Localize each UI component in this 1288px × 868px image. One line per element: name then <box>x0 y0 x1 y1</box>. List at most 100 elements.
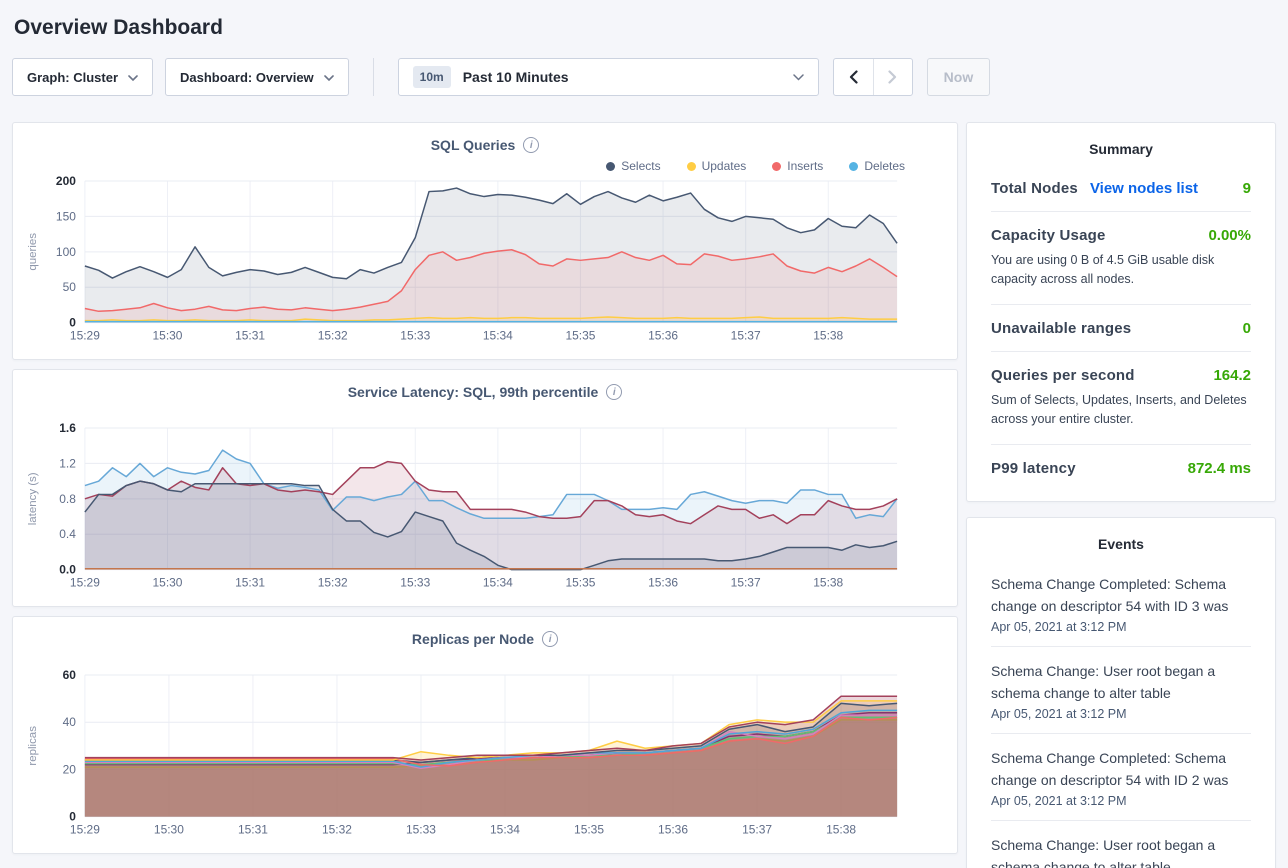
queries-per-second-description: Sum of Selects, Updates, Inserts, and De… <box>991 391 1251 430</box>
chart-plot-area: 15:2915:3015:3115:3215:3315:3415:3515:36… <box>21 422 949 598</box>
dashboard-selector-label: Dashboard: Overview <box>180 70 314 85</box>
summary-row-capacity-usage: Capacity Usage 0.00% You are using 0 B o… <box>991 212 1251 305</box>
events-title: Events <box>991 536 1251 560</box>
y-tick-label: 0 <box>69 810 76 824</box>
y-tick-label: 1.2 <box>59 456 76 470</box>
capacity-usage-label: Capacity Usage <box>991 227 1106 244</box>
y-tick-label: 0.4 <box>59 527 76 541</box>
x-tick-label: 15:38 <box>813 576 843 590</box>
y-tick-label: 20 <box>63 762 77 776</box>
legend-dot-icon <box>606 162 615 171</box>
chevron-left-icon <box>851 72 857 83</box>
x-tick-label: 15:29 <box>70 329 100 343</box>
now-button[interactable]: Now <box>927 58 991 96</box>
x-tick-label: 15:38 <box>826 823 856 837</box>
unavailable-ranges-value: 0 <box>1243 320 1251 337</box>
chevron-down-icon <box>324 70 334 85</box>
chart-panel: SQL Queries i Selects Updates Inserts Delet… <box>12 122 958 360</box>
time-range-picker[interactable]: 10m Past 10 Minutes <box>398 58 819 96</box>
legend-item[interactable]: Inserts <box>772 159 823 173</box>
x-tick-label: 15:35 <box>565 329 595 343</box>
x-tick-label: 15:34 <box>483 329 513 343</box>
legend-item[interactable]: Selects <box>606 159 660 173</box>
info-icon[interactable]: i <box>606 384 622 400</box>
view-nodes-list-link[interactable]: View nodes list <box>1090 180 1198 197</box>
y-tick-label: 0.8 <box>59 492 76 506</box>
x-tick-label: 15:32 <box>322 823 352 837</box>
x-tick-label: 15:30 <box>153 576 183 590</box>
chart-header: SQL Queries i <box>21 135 949 155</box>
capacity-usage-value: 0.00% <box>1208 227 1251 244</box>
info-icon[interactable]: i <box>523 137 539 153</box>
event-item: Schema Change Completed: Schema change o… <box>991 560 1251 647</box>
capacity-usage-description: You are using 0 B of 4.5 GiB usable disk… <box>991 251 1251 290</box>
toolbar-divider <box>373 58 374 96</box>
y-tick-label: 0.0 <box>59 563 76 577</box>
x-tick-label: 15:38 <box>813 329 843 343</box>
graph-selector-dropdown[interactable]: Graph: Cluster <box>12 58 153 96</box>
chevron-down-icon <box>128 70 138 85</box>
chevron-right-icon <box>890 72 896 83</box>
chart-plot-area: 15:2915:3015:3115:3215:3315:3415:3515:36… <box>21 669 949 845</box>
legend-label: Selects <box>621 159 660 173</box>
graph-selector-label: Graph: Cluster <box>27 70 118 85</box>
time-forward-button[interactable] <box>873 59 912 95</box>
x-tick-label: 15:30 <box>153 329 183 343</box>
charts-column: SQL Queries i Selects Updates Inserts Delet… <box>12 122 958 854</box>
page-title: Overview Dashboard <box>12 12 1276 58</box>
info-icon[interactable]: i <box>542 631 558 647</box>
event-timestamp: Apr 05, 2021 at 3:12 PM <box>991 707 1251 721</box>
x-tick-label: 15:31 <box>235 329 265 343</box>
chart-title: Service Latency: SQL, 99th percentile <box>348 384 599 400</box>
dashboard-toolbar: Graph: Cluster Dashboard: Overview 10m P… <box>12 58 1276 96</box>
summary-row-p99-latency: P99 latency 872.4 ms <box>991 445 1251 491</box>
event-message[interactable]: Schema Change: User root began a schema … <box>991 660 1251 704</box>
y-tick-label: 150 <box>56 209 76 223</box>
event-message[interactable]: Schema Change Completed: Schema change o… <box>991 573 1251 617</box>
summary-row-unavailable-ranges: Unavailable ranges 0 <box>991 305 1251 352</box>
total-nodes-value: 9 <box>1243 180 1251 197</box>
y-tick-label: 50 <box>63 280 77 294</box>
event-message[interactable]: Schema Change: User root began a schema … <box>991 834 1251 868</box>
legend-item[interactable]: Updates <box>687 159 747 173</box>
chart-panel: Service Latency: SQL, 99th percentile i … <box>12 369 958 607</box>
legend-label: Updates <box>702 159 747 173</box>
event-item: Schema Change Completed: Schema change o… <box>991 734 1251 821</box>
time-range-badge: 10m <box>413 66 451 88</box>
x-tick-label: 15:31 <box>238 823 268 837</box>
event-item: Schema Change: User root began a schema … <box>991 821 1251 868</box>
x-tick-label: 15:33 <box>400 329 430 343</box>
time-range-label: Past 10 Minutes <box>463 69 781 85</box>
y-tick-label: 1.6 <box>59 422 76 435</box>
x-tick-label: 15:30 <box>154 823 184 837</box>
event-timestamp: Apr 05, 2021 at 3:12 PM <box>991 620 1251 634</box>
x-tick-label: 15:36 <box>658 823 688 837</box>
summary-row-queries-per-second: Queries per second 164.2 Sum of Selects,… <box>991 352 1251 445</box>
total-nodes-label: Total Nodes <box>991 180 1078 197</box>
y-tick-label: 200 <box>56 175 76 188</box>
chart-canvas: 15:2915:3015:3115:3215:3315:3415:3515:36… <box>21 669 949 845</box>
legend-label: Inserts <box>787 159 823 173</box>
dashboard-content: SQL Queries i Selects Updates Inserts Delet… <box>12 122 1276 868</box>
dashboard-selector-dropdown[interactable]: Dashboard: Overview <box>165 58 349 96</box>
time-back-button[interactable] <box>834 59 873 95</box>
event-message[interactable]: Schema Change Completed: Schema change o… <box>991 747 1251 791</box>
chart-legend: Selects Updates Inserts Deletes <box>21 159 905 173</box>
legend-dot-icon <box>772 162 781 171</box>
legend-item[interactable]: Deletes <box>849 159 905 173</box>
chart-header: Replicas per Node i <box>21 629 949 649</box>
chart-title: SQL Queries <box>431 137 516 153</box>
summary-panel: Summary Total Nodes View nodes list 9 Ca… <box>966 122 1276 502</box>
x-tick-label: 15:37 <box>731 329 761 343</box>
x-tick-label: 15:29 <box>70 823 100 837</box>
y-tick-label: 60 <box>63 669 77 682</box>
legend-label: Deletes <box>864 159 905 173</box>
events-list: Schema Change Completed: Schema change o… <box>991 560 1251 868</box>
y-axis-label: queries <box>27 233 39 271</box>
x-tick-label: 15:33 <box>400 576 430 590</box>
chart-canvas: 15:2915:3015:3115:3215:3315:3415:3515:36… <box>21 175 949 351</box>
x-tick-label: 15:34 <box>483 576 513 590</box>
y-tick-label: 0 <box>69 316 76 330</box>
x-tick-label: 15:36 <box>648 576 678 590</box>
x-tick-label: 15:37 <box>731 576 761 590</box>
